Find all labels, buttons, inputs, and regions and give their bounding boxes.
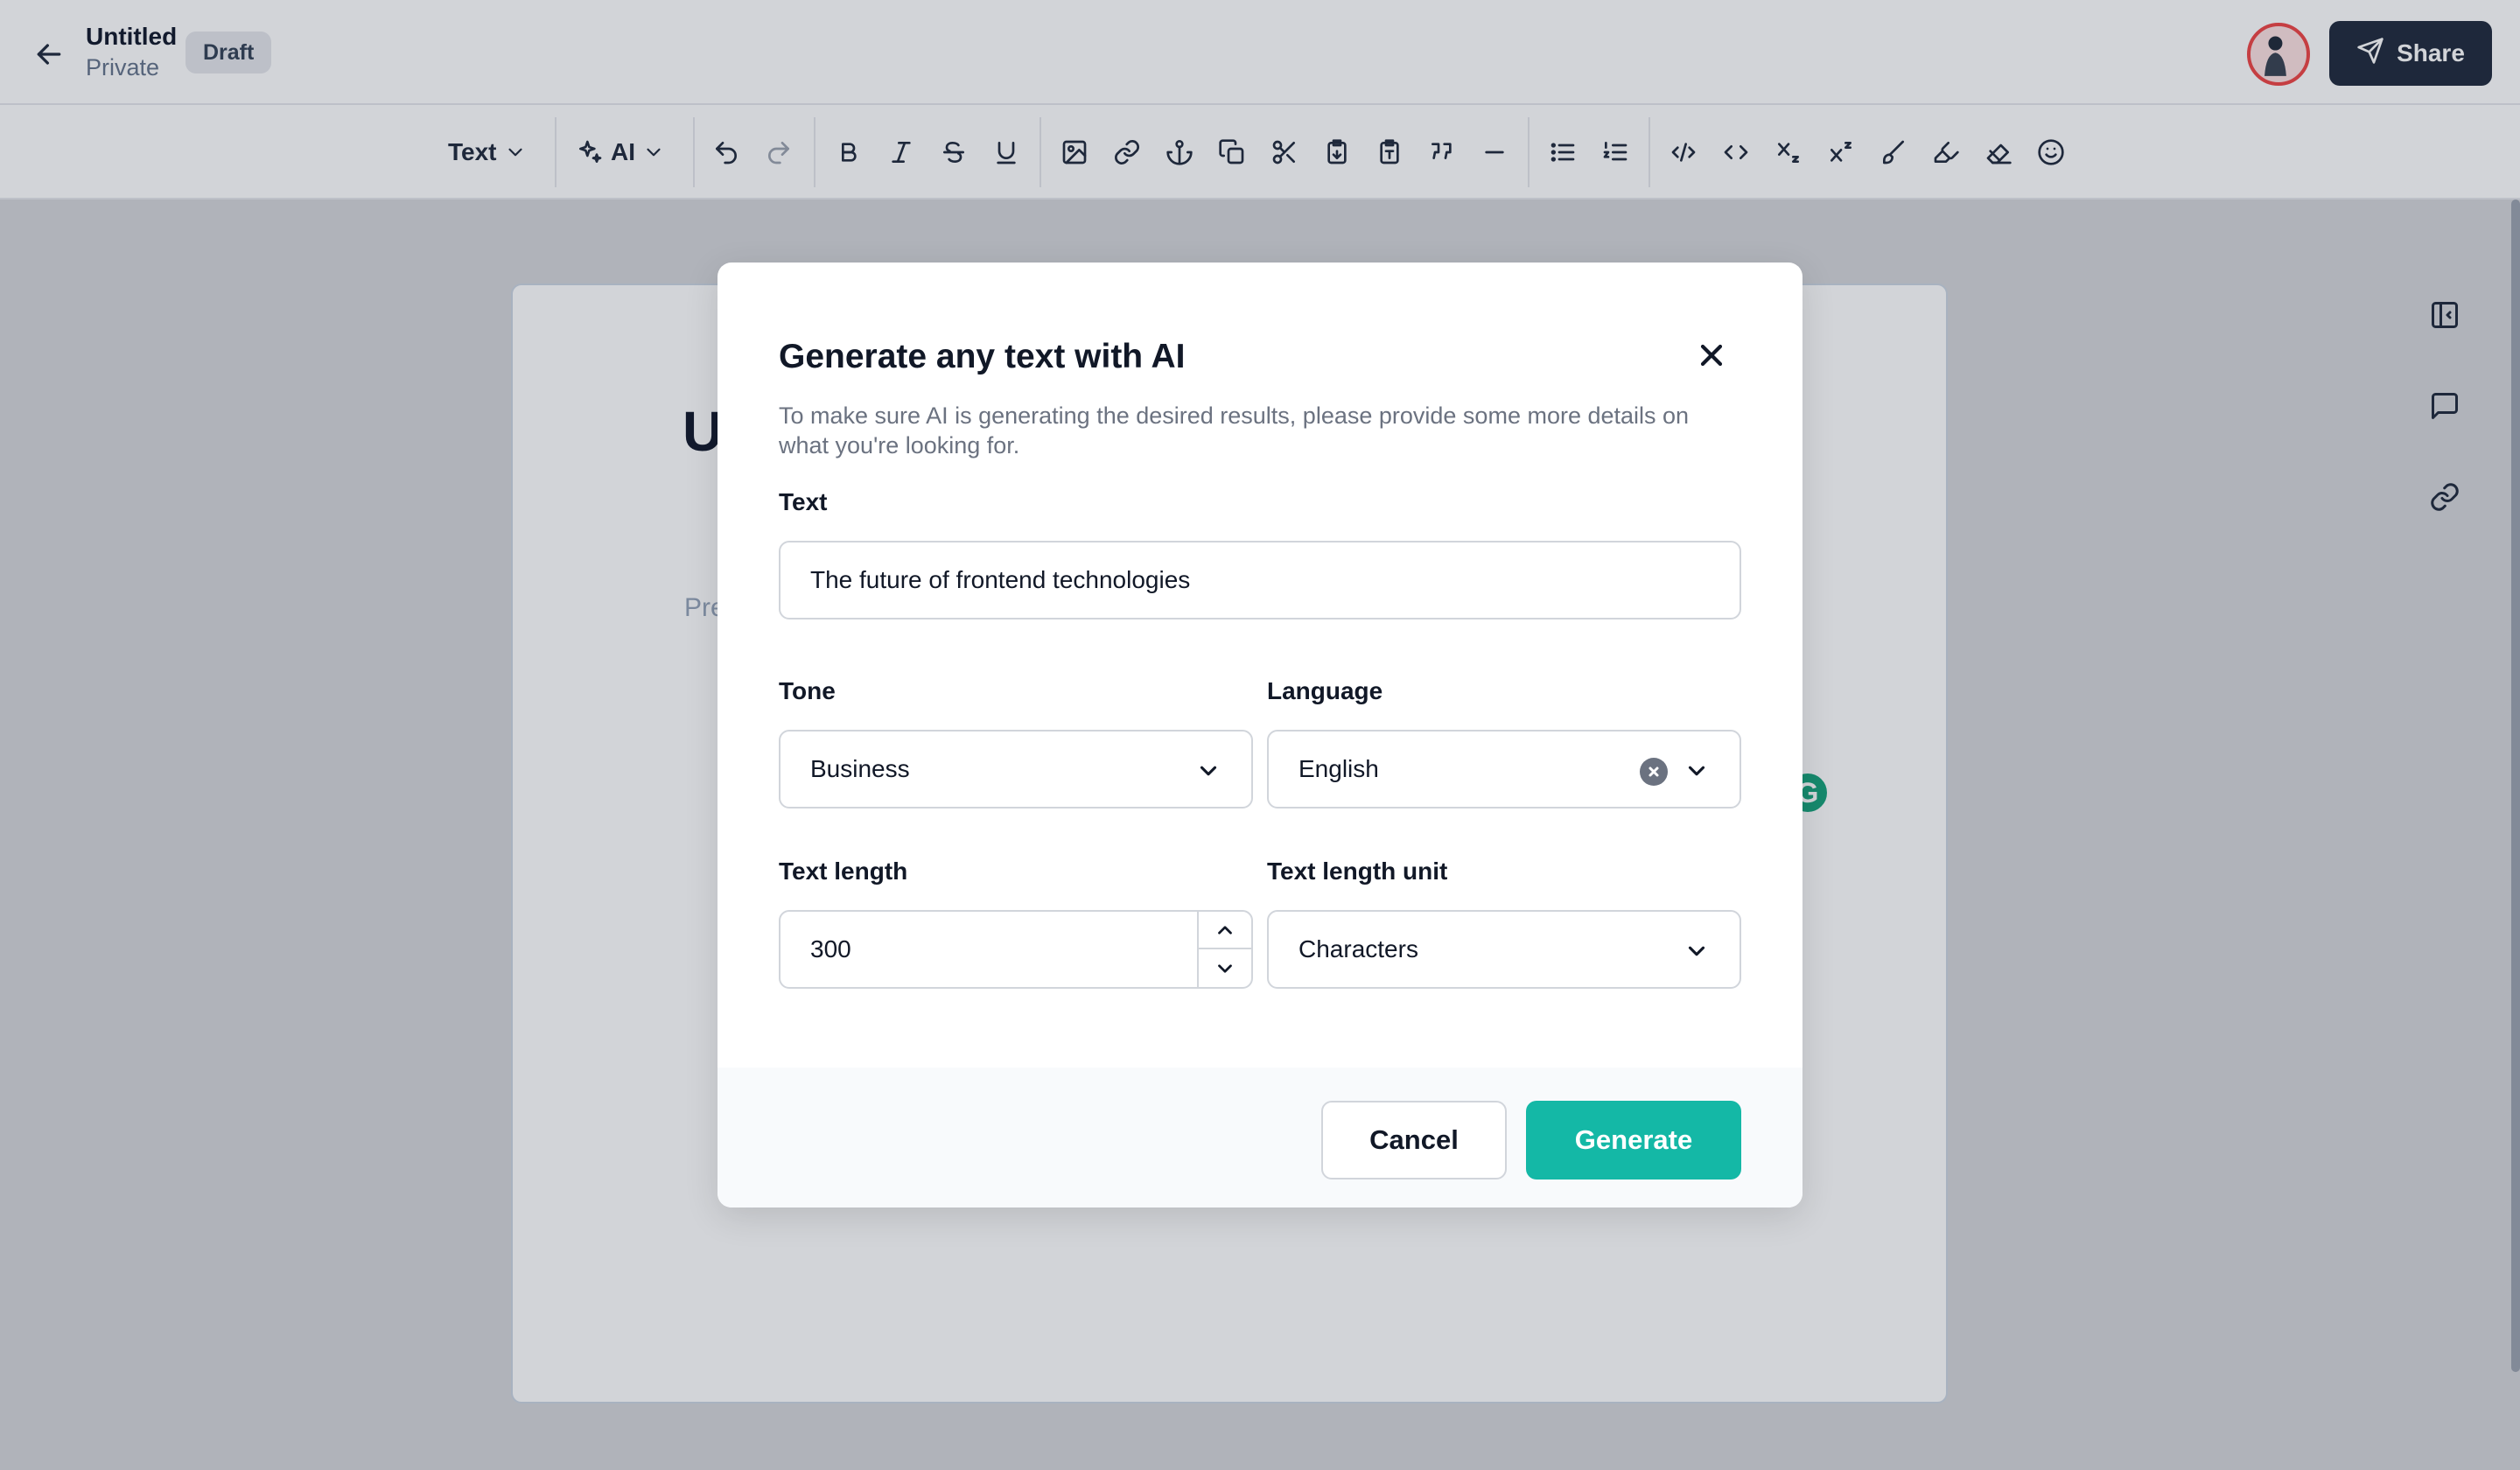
tone-label: Tone [779,677,836,704]
cancel-button[interactable]: Cancel [1321,1101,1507,1180]
text-length-unit-label: Text length unit [1267,858,1448,885]
tone-value: Business [810,755,910,782]
text-field[interactable] [779,541,1741,620]
unit-value: Characters [1298,935,1418,962]
text-length-label: Text length [779,858,908,885]
chevron-down-icon [1684,938,1710,964]
tone-select[interactable]: Business [779,730,1253,808]
clear-icon[interactable] [1640,758,1668,786]
chevron-down-icon [1684,758,1710,784]
dialog-title: Generate any text with AI [779,338,1186,375]
decrement-button[interactable] [1199,949,1251,987]
chevron-up-icon [1218,925,1232,934]
close-icon[interactable] [1694,338,1729,373]
language-label: Language [1267,677,1383,704]
generate-ai-dialog: Generate any text with AI To make sure A… [718,262,1802,1208]
language-select[interactable]: English [1267,730,1741,808]
generate-button[interactable]: Generate [1526,1101,1741,1180]
text-field-label: Text [779,488,828,515]
chevron-down-icon [1218,963,1232,973]
chevron-down-icon [1195,758,1222,784]
text-length-field[interactable] [779,910,1253,989]
text-input[interactable] [810,566,1740,594]
dialog-description: To make sure AI is generating the desire… [779,402,1690,458]
language-value: English [1298,755,1379,782]
text-length-input[interactable] [810,935,1178,963]
text-length-unit-select[interactable]: Characters [1267,910,1741,989]
quantity-stepper [1197,912,1251,987]
increment-button[interactable] [1199,912,1251,949]
dialog-footer: Cancel Generate [718,1068,1802,1208]
